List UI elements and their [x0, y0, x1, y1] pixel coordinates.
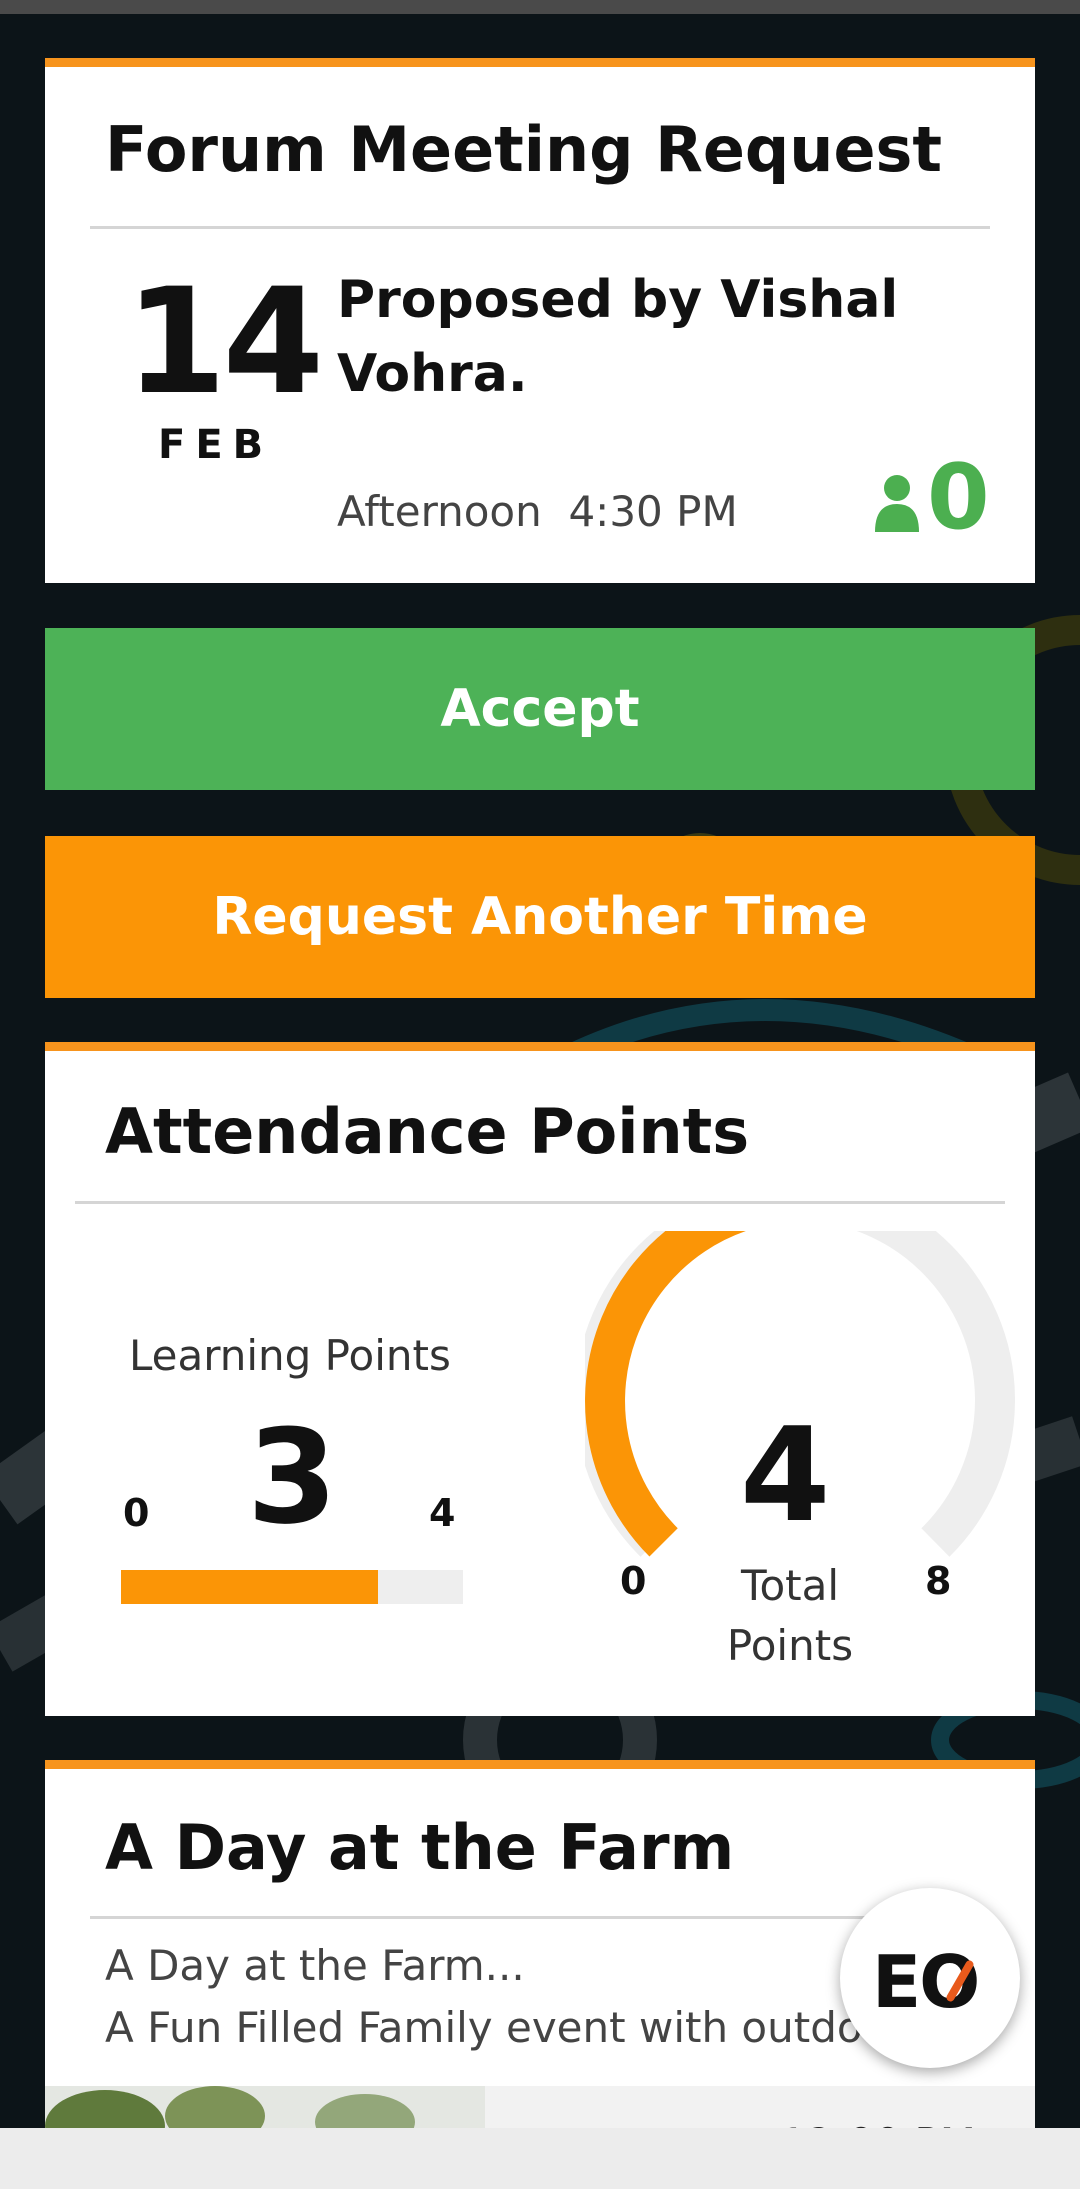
total-points-max: 8	[925, 1559, 952, 1603]
meeting-time: Afternoon 4:30 PM	[337, 487, 738, 536]
learning-points-label: Learning Points	[129, 1331, 451, 1380]
event-description-line: A Day at the Farm...	[105, 1941, 525, 1990]
meeting-month: FEB	[158, 422, 274, 468]
attendance-points-card: Attendance Points Learning Points 3 0 4 …	[45, 1042, 1035, 1716]
status-bar	[0, 0, 1080, 14]
eo-floating-button[interactable]: EO	[840, 1888, 1020, 2068]
learning-points-min: 0	[123, 1491, 150, 1535]
total-points-label: Total Points	[726, 1561, 854, 1670]
learning-points-max: 4	[429, 1491, 456, 1535]
attendee-count: 0	[927, 445, 990, 550]
attendance-title: Attendance Points	[105, 1095, 750, 1168]
meeting-title: Forum Meeting Request	[105, 113, 943, 186]
learning-points-bar	[121, 1570, 463, 1604]
total-points-value: 4	[740, 1399, 831, 1551]
meeting-day: 14	[125, 257, 324, 427]
event-title: A Day at the Farm	[105, 1811, 735, 1884]
person-icon	[875, 475, 919, 532]
request-another-time-button[interactable]: Request Another Time	[45, 836, 1035, 998]
event-description: A Day at the Farm... A Fun Filled Family…	[105, 1935, 905, 2059]
forum-meeting-card: Forum Meeting Request 14 FEB Proposed by…	[45, 58, 1035, 583]
divider	[90, 1916, 990, 1919]
navigation-bar	[0, 2128, 1080, 2189]
divider	[90, 226, 990, 229]
learning-points-value: 3	[247, 1401, 338, 1553]
proposed-by-text: Proposed by Vishal Vohra.	[337, 270, 899, 404]
event-description-line: A Fun Filled Family event with outdo	[105, 2003, 863, 2052]
accept-button[interactable]: Accept	[45, 628, 1035, 790]
learning-points-bar-fill	[121, 1570, 378, 1604]
total-points-min: 0	[620, 1559, 647, 1603]
divider	[75, 1201, 1005, 1204]
